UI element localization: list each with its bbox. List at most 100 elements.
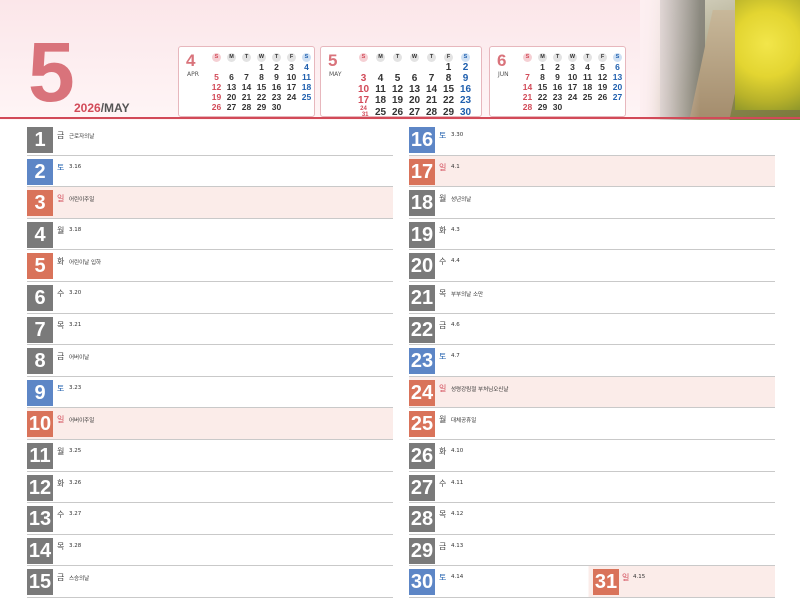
weekday-label: 월: [439, 415, 447, 425]
mini-month-abbr: APR: [187, 71, 199, 78]
day-number: 9: [27, 379, 53, 406]
day-row[interactable]: 6 수 3.20: [27, 282, 393, 314]
day-row[interactable]: 11 월 3.25: [27, 440, 393, 472]
mini-day: 10: [286, 72, 297, 82]
day-row[interactable]: 24 일 성령강림절 부처님오신날: [409, 376, 775, 409]
day-number: 25: [409, 411, 435, 438]
mini-month-number: 5: [328, 51, 338, 70]
day-note: 3.25: [69, 447, 82, 454]
mini-day: 29: [256, 102, 267, 112]
month-name: MAY: [104, 101, 130, 115]
day-note: 3.21: [69, 321, 82, 328]
weekday-header: S: [212, 53, 221, 62]
weekday-label: 토: [57, 383, 65, 393]
day-row[interactable]: 14 목 3.28: [27, 535, 393, 567]
mini-day: 7: [244, 72, 249, 82]
day-row[interactable]: 7 목 3.21: [27, 314, 393, 346]
day-row[interactable]: 21 목 부부의날 소만: [409, 282, 775, 314]
mini-day: [239, 62, 254, 72]
weekday-label: 화: [439, 446, 447, 456]
day-row[interactable]: 15 금 스승의날: [27, 566, 393, 598]
weekday-label: 수: [57, 510, 65, 520]
day-row[interactable]: 4 월 3.18: [27, 219, 393, 251]
day-list-left: 1 금 근로자의날 2 토 3.16 3 일 어린이주일 4 월 3.18 5 화 어린이날 입하 6 수 3.2…: [27, 124, 393, 598]
mini-day: [520, 62, 535, 72]
day-number: 23: [409, 348, 435, 375]
day-row[interactable]: 3 일 어린이주일: [27, 187, 393, 219]
weekday-label: 토: [439, 352, 447, 362]
day-row[interactable]: 25 월 대체공휴일: [409, 408, 775, 440]
weekday-label: 일: [622, 573, 630, 583]
mini-day: 20: [408, 95, 421, 106]
mini-day: [610, 102, 625, 112]
day-note: 3.30: [451, 132, 464, 138]
mini-month-number: 6: [497, 51, 507, 70]
weekday-label: 월: [57, 446, 65, 456]
weekday-label: 일: [439, 383, 447, 393]
day-row[interactable]: 26 화 4.10: [409, 440, 775, 472]
day-row[interactable]: 13 수 3.27: [27, 503, 393, 535]
weekday-header: T: [553, 53, 562, 62]
day-row[interactable]: 12 화 3.26: [27, 472, 393, 504]
mini-day: 1: [445, 62, 452, 73]
mini-day: 23: [459, 95, 472, 106]
day-row[interactable]: 10 일 어버이주일: [27, 408, 393, 440]
mini-day: 25: [582, 92, 593, 102]
day-note: 4.13: [451, 542, 464, 549]
weekday-label: 수: [57, 288, 65, 298]
day-row[interactable]: 23 토 4.7: [409, 345, 775, 377]
mini-day: 5: [214, 72, 219, 82]
mini-day: 16: [271, 82, 282, 92]
day-note: 4.10: [451, 447, 464, 454]
day-row[interactable]: 30 토 4.14 31 일 4.15: [409, 566, 775, 598]
mini-day: 30: [271, 102, 282, 112]
weekday-label: 목: [57, 320, 65, 330]
day-row[interactable]: 28 목 4.12: [409, 503, 775, 535]
mini-day: 29: [442, 107, 455, 118]
day-row[interactable]: 1 금 근로자의날: [27, 124, 393, 156]
mini-day: 28: [241, 102, 252, 112]
day-number: 26: [409, 442, 435, 469]
day-row[interactable]: 29 금 4.13: [409, 535, 775, 567]
day-number: 11: [27, 442, 53, 469]
day-row[interactable]: 5 화 어린이날 입하: [27, 250, 393, 282]
day-row[interactable]: 19 화 4.3: [409, 219, 775, 251]
weekday-label: 토: [439, 573, 447, 583]
mini-day: [372, 62, 389, 73]
mini-day: 23: [552, 92, 563, 102]
mini-day: 21: [522, 92, 533, 102]
weekday-label: 목: [439, 288, 447, 298]
day-note: 3.26: [69, 479, 82, 486]
year-month-label: 2026/MAY: [74, 101, 130, 115]
day-note: 성령강림절 부처님오신날: [451, 386, 509, 393]
mini-day: 12: [391, 84, 404, 95]
day-row[interactable]: 2 토 3.16: [27, 156, 393, 188]
mini-day: 7: [428, 73, 435, 84]
mini-day: 24 31: [358, 106, 369, 118]
day-number: 21: [409, 284, 435, 311]
mini-day: 13: [408, 84, 421, 95]
mini-day: 26: [391, 107, 404, 118]
mini-day: 27: [226, 102, 237, 112]
day-row[interactable]: 22 금 4.6: [409, 314, 775, 346]
day-row[interactable]: 9 토 3.23: [27, 377, 393, 409]
mini-day: 28: [425, 107, 438, 118]
mini-month-abbr: JUN: [498, 71, 509, 78]
weekday-header: M: [227, 53, 236, 62]
day-number: 18: [409, 190, 435, 217]
mini-day: 9: [555, 72, 560, 82]
day-row[interactable]: 20 수 4.4: [409, 250, 775, 282]
day-note: 3.27: [69, 511, 82, 518]
day-row[interactable]: 8 금 어버이날: [27, 345, 393, 377]
day-row[interactable]: 16 토 3.30: [409, 124, 775, 156]
day-row[interactable]: 17 일 4.1: [409, 155, 775, 188]
mini-day: 22: [442, 95, 455, 106]
weekday-label: 월: [57, 225, 65, 235]
day-note: 스승의날: [69, 576, 90, 583]
day-row[interactable]: 27 수 4.11: [409, 472, 775, 504]
day-row[interactable]: 18 월 성년의날: [409, 187, 775, 219]
mini-day: 28: [522, 102, 533, 112]
mini-day: 8: [259, 72, 264, 82]
weekday-header: T: [427, 53, 436, 62]
mini-day: 13: [612, 72, 623, 82]
